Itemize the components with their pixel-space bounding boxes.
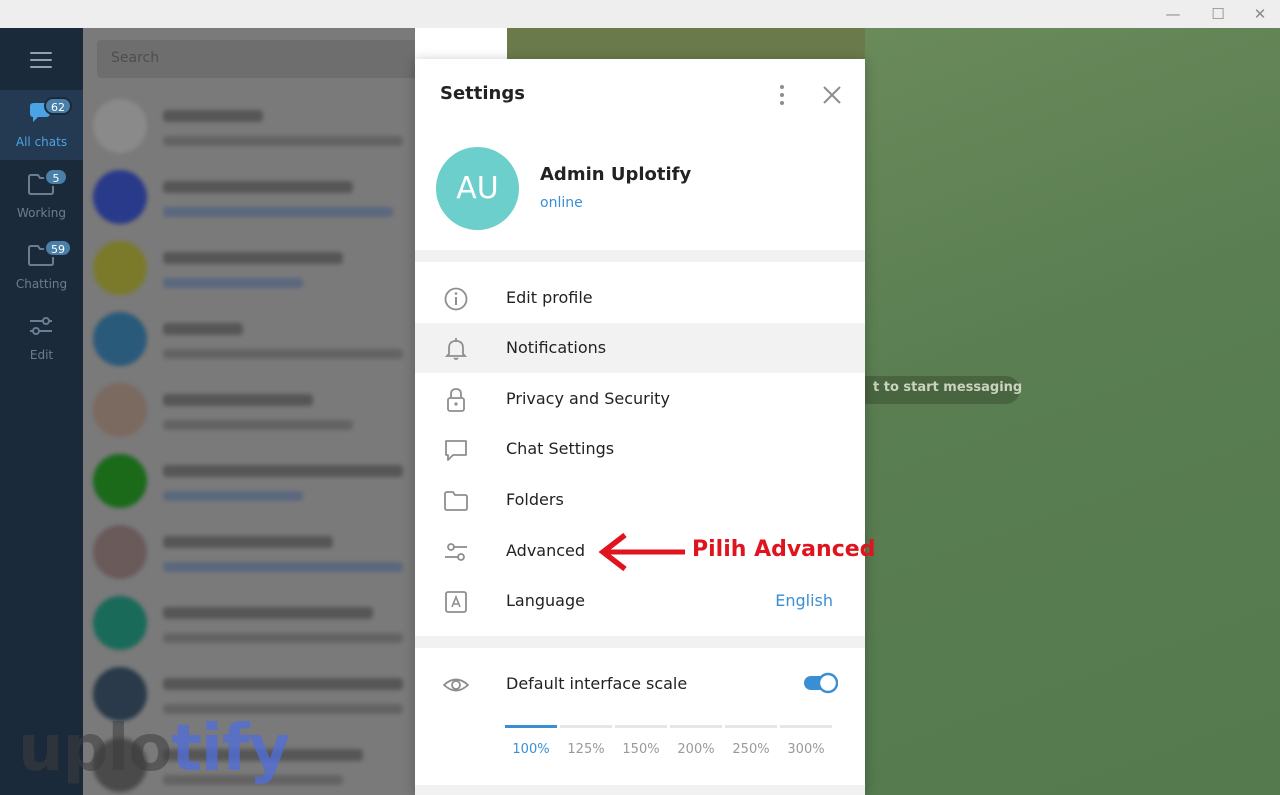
menu-item-edit-profile[interactable]: Edit profile: [415, 273, 865, 323]
section-divider: [415, 636, 865, 648]
rail-item-label: Edit: [29, 348, 54, 362]
language-value: English: [775, 591, 833, 610]
unread-badge: 59: [44, 239, 72, 257]
menu-item-folders[interactable]: Folders: [415, 475, 865, 525]
sliders-icon: [445, 543, 467, 561]
minimize-button[interactable]: —: [1158, 4, 1188, 24]
menu-item-label: Default interface scale: [506, 674, 688, 693]
chat-list: Search: [83, 28, 415, 795]
dialog-title: Settings: [440, 83, 525, 104]
scale-option-label[interactable]: 150%: [611, 742, 671, 757]
rail-item-chatting[interactable]: 59 Chatting: [0, 232, 83, 302]
info-icon: [444, 287, 468, 311]
chat-row[interactable]: [83, 90, 415, 161]
scale-track-200[interactable]: [670, 725, 722, 728]
menu-item-label: Language: [506, 591, 585, 610]
close-window-button[interactable]: ✕: [1245, 4, 1275, 24]
lock-icon: [447, 388, 465, 412]
window-titlebar: — ☐ ✕: [0, 0, 1280, 28]
eye-icon: [443, 678, 469, 692]
folders-rail: 62 All chats 5 Working 59 Chatting Edit: [0, 28, 83, 795]
unread-badge: 62: [44, 97, 72, 115]
search-placeholder: Search: [111, 50, 160, 66]
rail-item-label: All chats: [15, 135, 68, 149]
chat-row[interactable]: [83, 374, 415, 445]
menu-item-label: Advanced: [506, 541, 586, 560]
chat-background-pattern: [865, 28, 1280, 795]
red-arrow-icon: [598, 532, 685, 572]
bell-icon: [444, 338, 468, 360]
chat-row[interactable]: [83, 516, 415, 587]
search-input[interactable]: Search: [97, 40, 415, 78]
scale-track-300[interactable]: [780, 725, 832, 728]
section-divider: [415, 250, 865, 262]
chat-icon: [445, 440, 467, 461]
menu-item-notifications[interactable]: Notifications: [415, 323, 865, 373]
unread-badge: 5: [44, 168, 68, 186]
scale-track-150[interactable]: [615, 725, 667, 728]
rail-item-working[interactable]: 5 Working: [0, 161, 83, 231]
scale-track-125[interactable]: [560, 725, 612, 728]
interface-scale-toggle[interactable]: [804, 672, 838, 694]
more-options-icon[interactable]: [775, 83, 789, 107]
folder-icon: [444, 491, 468, 511]
profile-name: Admin Uplotify: [540, 164, 692, 185]
section-divider: [415, 785, 865, 795]
chat-row[interactable]: [83, 161, 415, 232]
chat-row[interactable]: [83, 445, 415, 516]
profile-status: online: [540, 195, 583, 211]
settings-dialog: Settings AU Admin Uplotify online Edit p…: [415, 59, 865, 795]
rail-item-edit[interactable]: Edit: [0, 303, 83, 373]
chat-row[interactable]: [83, 232, 415, 303]
chat-row[interactable]: [83, 587, 415, 658]
menu-item-privacy-security[interactable]: Privacy and Security: [415, 374, 865, 424]
menu-item-label: Folders: [506, 490, 564, 509]
hamburger-menu-icon[interactable]: [30, 52, 52, 68]
rail-item-all-chats[interactable]: 62 All chats: [0, 90, 83, 160]
menu-item-chat-settings[interactable]: Chat Settings: [415, 424, 865, 474]
scale-option-label[interactable]: 300%: [776, 742, 836, 757]
rail-item-label: Working: [17, 206, 66, 220]
menu-item-label: Notifications: [506, 338, 607, 357]
empty-chat-hint: t to start messaging: [873, 380, 1023, 395]
close-icon[interactable]: [820, 83, 844, 107]
menu-item-language[interactable]: Language English: [415, 576, 865, 626]
chat-row[interactable]: [83, 303, 415, 374]
interface-scale-row[interactable]: Default interface scale: [415, 659, 865, 709]
scale-track-100[interactable]: [505, 725, 557, 728]
scale-option-label[interactable]: 250%: [721, 742, 781, 757]
menu-item-label: Privacy and Security: [506, 389, 670, 408]
watermark-logo: uplotify: [18, 712, 290, 786]
scale-track-250[interactable]: [725, 725, 777, 728]
avatar[interactable]: AU: [436, 147, 519, 230]
menu-item-label: Edit profile: [506, 288, 593, 307]
annotation-label: Pilih Advanced: [692, 537, 876, 562]
sliders-icon: [30, 317, 52, 335]
scale-option-label[interactable]: 200%: [666, 742, 726, 757]
scale-option-label[interactable]: 125%: [556, 742, 616, 757]
scale-option-label[interactable]: 100%: [501, 742, 561, 757]
maximize-button[interactable]: ☐: [1203, 4, 1233, 24]
language-icon: [445, 591, 467, 613]
rail-item-label: Chatting: [15, 277, 68, 291]
menu-item-label: Chat Settings: [506, 439, 615, 458]
